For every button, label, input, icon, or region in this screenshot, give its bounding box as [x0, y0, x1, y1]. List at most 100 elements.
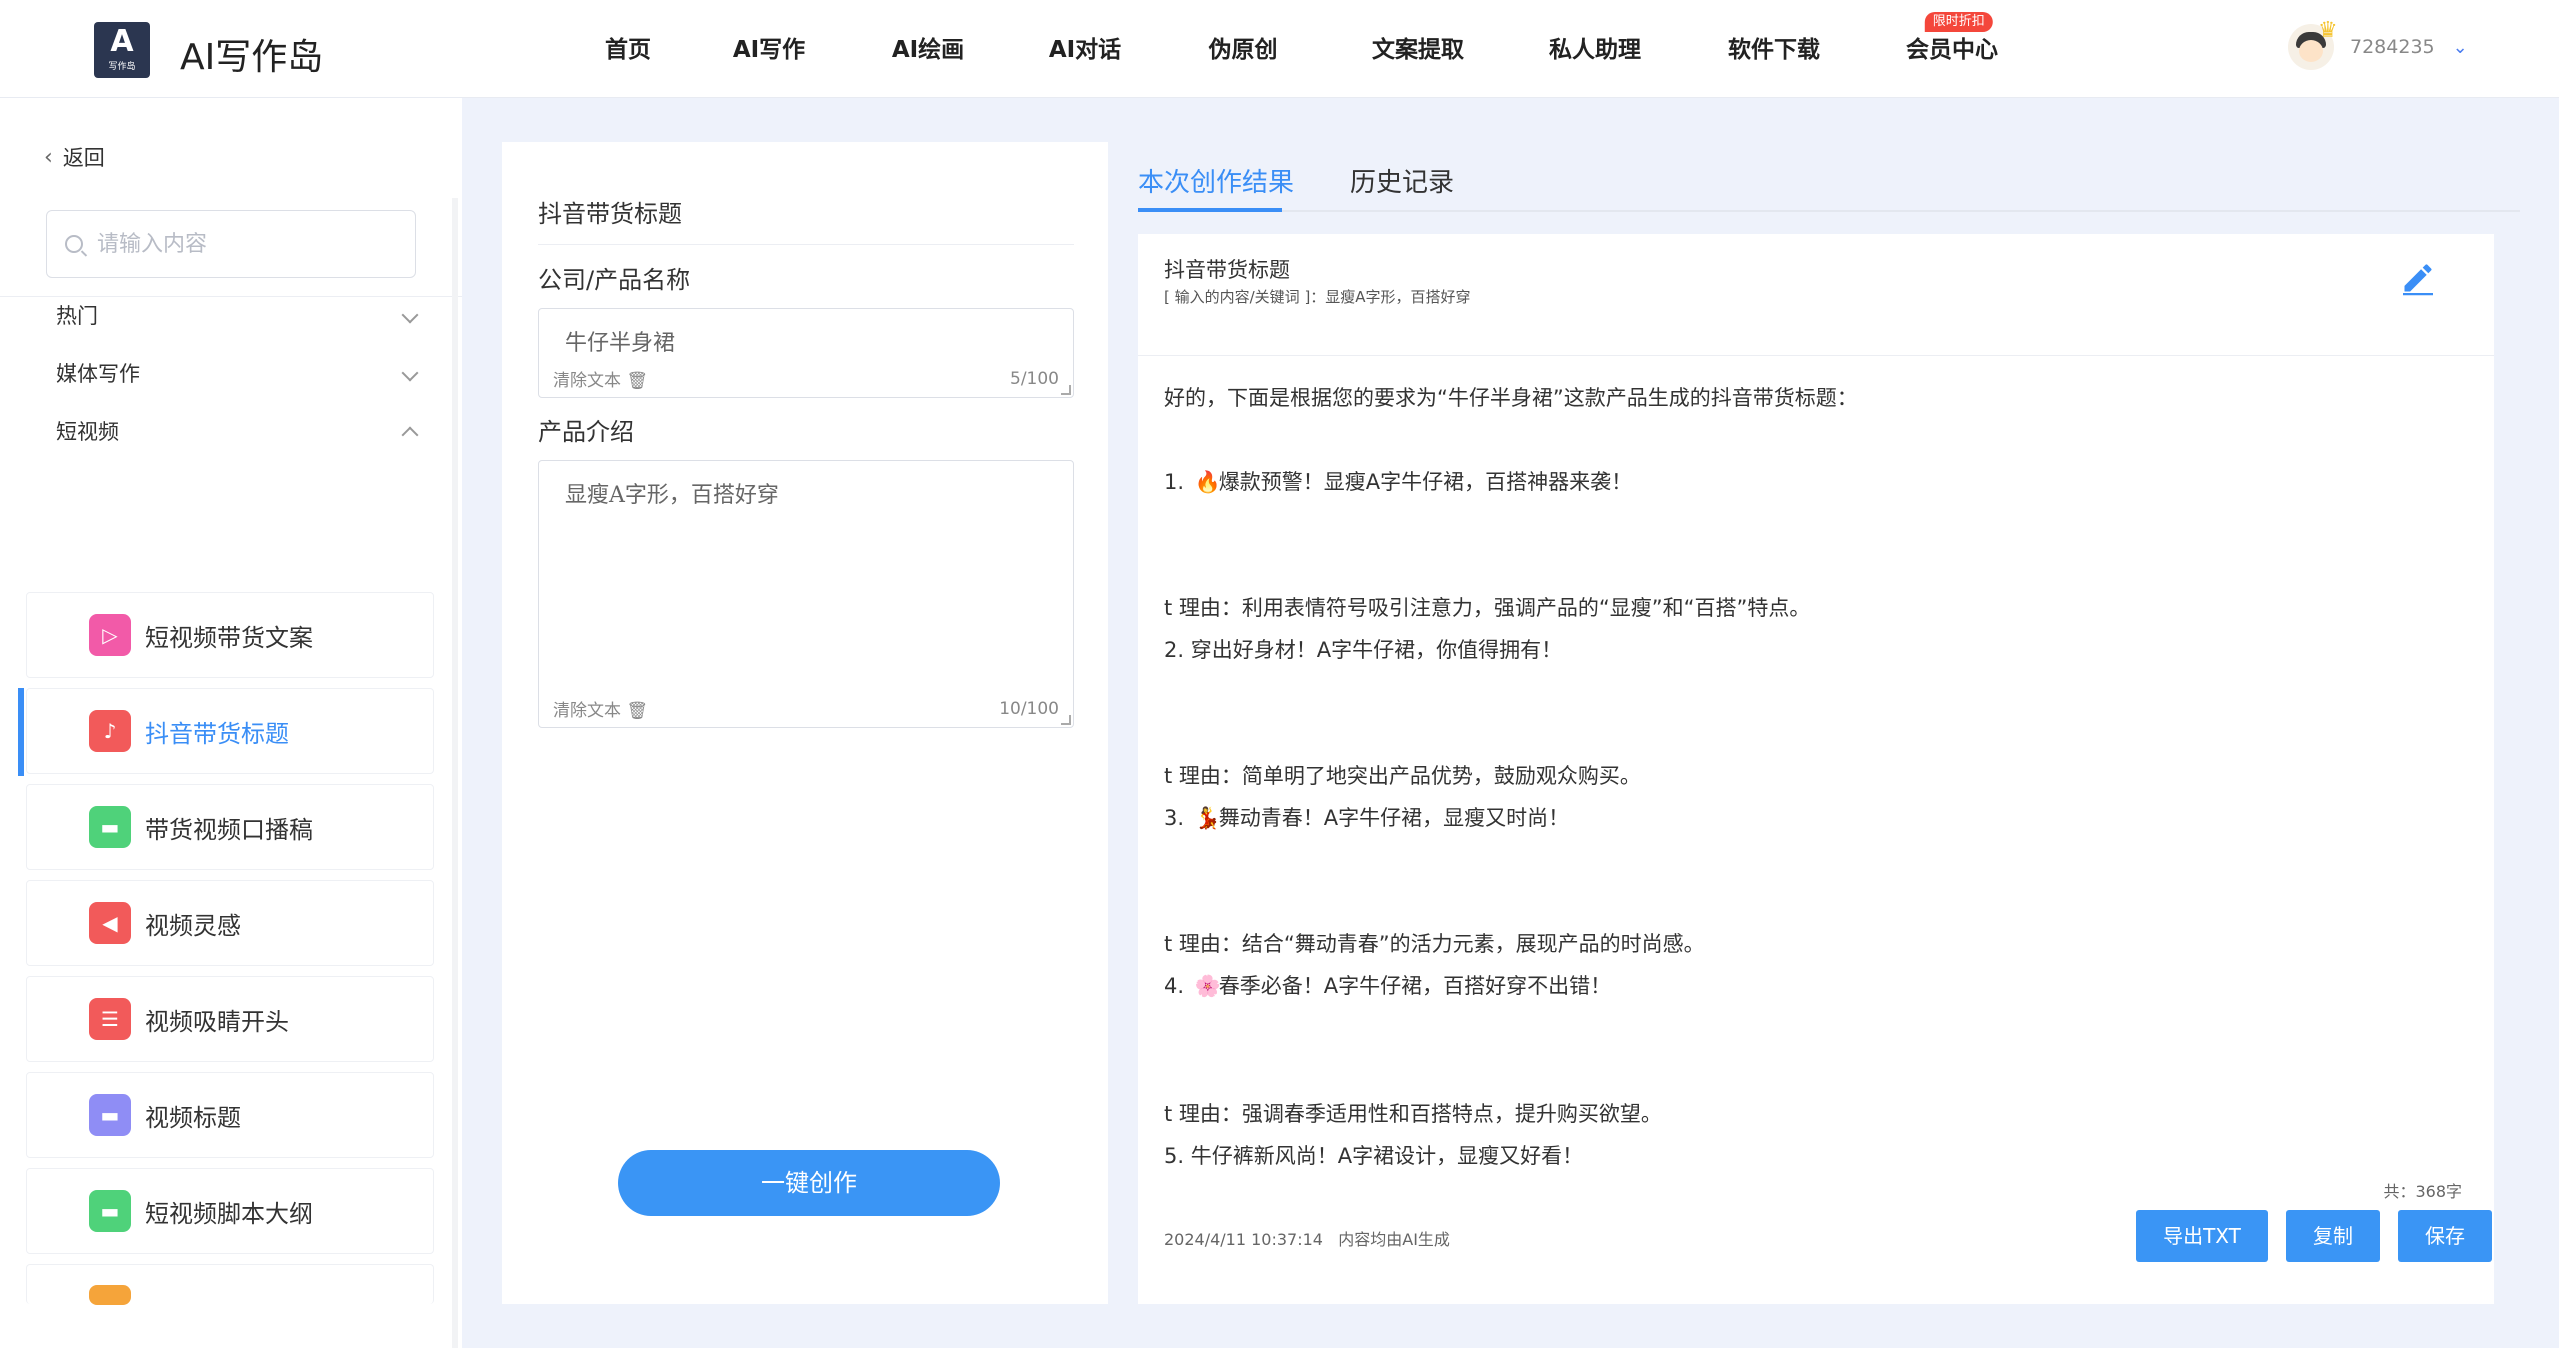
category-short-video[interactable]: 短视频	[56, 414, 426, 448]
main-nav: 首页 AI写作 AI绘画 AI对话 伪原创 文案提取 私人助理 软件下载 限时折…	[560, 0, 2040, 98]
result-panel: 抖音带货标题 [ 输入的内容/关键词 ]：显瘦A字形，百搭好穿 好的，下面是根据…	[1138, 234, 2494, 1304]
nav-ai-drawing[interactable]: AI绘画	[842, 0, 1014, 98]
sidebar-scrollbar[interactable]	[452, 198, 458, 1348]
nav-software-download[interactable]: 软件下载	[1684, 0, 1864, 98]
category-media-writing[interactable]: 媒体写作	[56, 356, 426, 390]
tool-video-title[interactable]: ▬ 视频标题	[26, 1072, 434, 1158]
discount-badge: 限时折扣	[1924, 12, 1993, 32]
tool-video-opening[interactable]: ☰ 视频吸睛开头	[26, 976, 434, 1062]
clear-text-button[interactable]: 清除文本 🗑	[553, 696, 648, 721]
save-button[interactable]: 保存	[2398, 1210, 2492, 1262]
brand-name[interactable]: AI写作岛	[180, 28, 323, 80]
product-intro-field[interactable]: 显瘦A字形，百搭好穿 清除文本 🗑 10/100	[538, 460, 1074, 728]
active-indicator	[18, 688, 24, 776]
trash-icon: 🗑	[626, 701, 648, 721]
nav-pseudo-original[interactable]: 伪原创	[1156, 0, 1330, 98]
result-title: 抖音带货标题	[1164, 258, 1290, 282]
logo-sub: 写作岛	[108, 62, 136, 72]
form-title: 抖音带货标题	[538, 200, 682, 228]
trash-icon: 🗑	[626, 371, 648, 391]
export-txt-button[interactable]: 导出TXT	[2136, 1210, 2268, 1262]
dancer-icon: 💃	[1194, 806, 1221, 830]
nav-personal-assistant[interactable]: 私人助理	[1506, 0, 1684, 98]
nav-ai-writing[interactable]: AI写作	[696, 0, 842, 98]
logo-mark: A	[110, 24, 134, 59]
tab-history[interactable]: 历史记录	[1350, 162, 1454, 199]
sidebar: ‹ 返回 热门 媒体写作 短视频 ▷ 短视频带货文案 ♪ 抖音带货标题 ▬ 带货…	[0, 98, 462, 1348]
tool-video-inspiration[interactable]: ◀ 视频灵感	[26, 880, 434, 966]
resize-handle[interactable]	[1061, 715, 1071, 725]
result-meta: 2024/4/11 10:37:14 内容均由AI生成	[1164, 1226, 1450, 1250]
crown-icon: ♛	[2318, 18, 2338, 43]
create-button[interactable]: 一键创作	[618, 1150, 1000, 1216]
user-id: 7284235	[2350, 36, 2435, 58]
tool-short-video-copy[interactable]: ▷ 短视频带货文案	[26, 592, 434, 678]
result-line: 4. 🌸春季必备！A字牛仔裙，百搭好穿不出错！	[1164, 974, 1612, 998]
result-keywords: [ 输入的内容/关键词 ]：显瘦A字形，百搭好穿	[1164, 288, 1471, 306]
result-line: 1. 🔥爆款预警！显瘦A字牛仔裙，百搭神器来袭！	[1164, 470, 1633, 494]
word-count: 共：368字	[2383, 1182, 2462, 1201]
product-name-value: 牛仔半身裙	[565, 331, 676, 356]
top-header: A 写作岛 AI写作岛 首页 AI写作 AI绘画 AI对话 伪原创 文案提取 私…	[0, 0, 2559, 98]
tool-live-script[interactable]: ▬ 带货视频口播稿	[26, 784, 434, 870]
flower-icon: 🌸	[1194, 974, 1221, 998]
timestamp: 2024/4/11 10:37:14	[1164, 1230, 1323, 1249]
fire-icon: 🔥	[1194, 470, 1221, 494]
chevron-down-icon[interactable]: ⌄	[2453, 37, 2468, 58]
category-hot[interactable]: 热门	[56, 298, 426, 332]
input-panel: 抖音带货标题 公司/产品名称 牛仔半身裙 清除文本 🗑 5/100 产品介绍 显…	[502, 142, 1108, 1304]
product-intro-value: 显瘦A字形，百搭好穿	[565, 483, 779, 508]
copy-button[interactable]: 复制	[2286, 1210, 2380, 1262]
chevron-down-icon	[401, 364, 419, 382]
chevron-left-icon: ‹	[44, 144, 53, 170]
chevron-down-icon	[401, 306, 419, 324]
calendar-list-icon: ☰	[89, 998, 131, 1040]
char-counter: 5/100	[1010, 369, 1059, 389]
bookmark-doc-icon: ▬	[89, 1094, 131, 1136]
char-counter: 10/100	[999, 699, 1059, 719]
divider	[538, 244, 1074, 245]
chevron-up-icon	[401, 426, 419, 444]
tv-play-icon: ▷	[89, 614, 131, 656]
result-line: 好的，下面是根据您的要求为“牛仔半身裙”这款产品生成的抖音带货标题：	[1164, 386, 1858, 410]
logo[interactable]: A 写作岛	[94, 22, 150, 78]
edit-pencil-icon[interactable]	[2400, 260, 2436, 296]
divider	[0, 296, 462, 297]
product-name-label: 公司/产品名称	[538, 266, 691, 294]
avatar[interactable]: ♛	[2288, 18, 2338, 70]
doc-icon	[89, 1284, 131, 1305]
result-line: 2. 穿出好身材！A字牛仔裙，你值得拥有！	[1164, 638, 1563, 662]
product-intro-label: 产品介绍	[538, 418, 634, 446]
product-name-field[interactable]: 牛仔半身裙 清除文本 🗑 5/100	[538, 308, 1074, 398]
result-line: t 理由：强调春季适用性和百搭特点，提升购买欲望。	[1164, 1102, 1662, 1126]
bookmark-doc-icon: ▬	[89, 806, 131, 848]
nav-ai-chat[interactable]: AI对话	[1014, 0, 1156, 98]
search-icon	[65, 235, 83, 253]
tiktok-calendar-icon: ♪	[89, 710, 131, 752]
result-line: 5. 牛仔裤新风尚！A字裙设计，显瘦又好看！	[1164, 1144, 1584, 1168]
result-line: 3. 💃舞动青春！A字牛仔裙，显瘦又时尚！	[1164, 806, 1570, 830]
tool-partial[interactable]	[26, 1264, 434, 1305]
video-camera-icon: ◀	[89, 902, 131, 944]
resize-handle[interactable]	[1061, 385, 1071, 395]
tab-current-result[interactable]: 本次创作结果	[1138, 162, 1294, 199]
search-box[interactable]	[46, 210, 416, 278]
result-header: 抖音带货标题 [ 输入的内容/关键词 ]：显瘦A字形，百搭好穿	[1138, 234, 2494, 356]
back-button[interactable]: ‹ 返回	[44, 142, 105, 172]
bookmark-doc-icon: ▬	[89, 1190, 131, 1232]
clear-text-button[interactable]: 清除文本 🗑	[553, 366, 648, 391]
result-content: 好的，下面是根据您的要求为“牛仔半身裙”这款产品生成的抖音带货标题： 1. 🔥爆…	[1164, 382, 2464, 1172]
nav-member-center[interactable]: 限时折扣 会员中心	[1864, 0, 2040, 98]
search-input[interactable]	[97, 231, 397, 257]
nav-copy-extract[interactable]: 文案提取	[1330, 0, 1506, 98]
tab-underline	[1138, 208, 1282, 212]
user-menu[interactable]: ♛ 7284235 ⌄	[2288, 18, 2468, 70]
result-line: t 理由：简单明了地突出产品优势，鼓励观众购买。	[1164, 764, 1641, 788]
result-tabs: 本次创作结果 历史记录	[1138, 162, 2520, 212]
tool-tiktok-title[interactable]: ♪ 抖音带货标题	[26, 688, 434, 774]
result-line: t 理由：结合“舞动青春”的活力元素，展现产品的时尚感。	[1164, 932, 1705, 956]
tool-video-script-outline[interactable]: ▬ 短视频脚本大纲	[26, 1168, 434, 1254]
ai-note: 内容均由AI生成	[1338, 1230, 1450, 1249]
result-line: t 理由：利用表情符号吸引注意力，强调产品的“显瘦”和“百搭”特点。	[1164, 596, 1811, 620]
nav-home[interactable]: 首页	[560, 0, 696, 98]
